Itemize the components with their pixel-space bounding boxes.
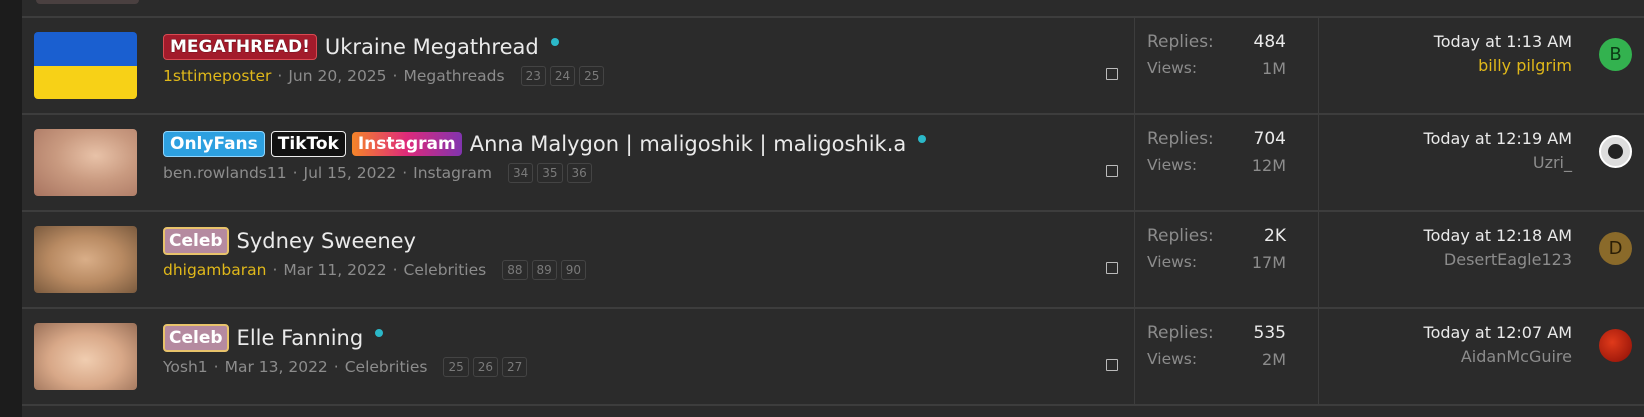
thread-title-link[interactable]: Elle Fanning [237, 326, 364, 350]
views-count: 12M [1251, 156, 1286, 175]
thread-select-checkbox[interactable] [1106, 165, 1118, 177]
thread-list: MEGATHREAD! Ukraine Megathread 1sttimepo… [22, 0, 1644, 417]
page-jump-link[interactable]: 88 [502, 260, 528, 280]
views-label: Views: [1147, 350, 1198, 368]
prefix-onlyfans-badge[interactable]: OnlyFans [163, 131, 265, 157]
previous-thumbnail-edge [36, 0, 139, 4]
page-jump-link[interactable]: 36 [566, 163, 592, 183]
thread-row[interactable]: Celeb Elle Fanning Yosh1 · Mar 13, 2022 … [22, 309, 1644, 406]
prefix-celeb-badge[interactable]: Celeb [163, 324, 229, 352]
page-jump-link[interactable]: 23 [520, 66, 546, 86]
views-label: Views: [1147, 253, 1198, 271]
thread-author-link[interactable]: 1sttimeposter [163, 67, 271, 85]
thread-title-link[interactable]: Ukraine Megathread [325, 35, 539, 59]
thread-thumbnail[interactable] [34, 226, 137, 293]
thread-forum-link[interactable]: Celebrities [345, 358, 428, 376]
thread-title-link[interactable]: Anna Malygon | maligoshik | maligoshik.a [470, 132, 907, 156]
prefix-celeb-badge[interactable]: Celeb [163, 227, 229, 255]
last-poster-link[interactable]: DesertEagle123 [1444, 250, 1572, 269]
replies-count: 535 [1253, 323, 1286, 343]
page-jump-link[interactable]: 27 [502, 357, 528, 377]
unread-indicator [550, 38, 559, 46]
thread-thumbnail-ukraine-flag[interactable] [34, 32, 137, 99]
thread-start-date[interactable]: Jul 15, 2022 [304, 164, 397, 182]
page-jump-link[interactable]: 90 [560, 260, 587, 280]
replies-count: 484 [1253, 32, 1286, 52]
thread-row[interactable]: Celeb Sydney Sweeney dhigambaran · Mar 1… [22, 212, 1644, 309]
page-jump-link[interactable]: 25 [443, 357, 469, 377]
thread-row[interactable]: MEGATHREAD! Ukraine Megathread 1sttimepo… [22, 18, 1644, 115]
views-label: Views: [1147, 59, 1198, 77]
views-count: 2M [1262, 350, 1286, 369]
unread-indicator [375, 329, 384, 337]
thread-select-checkbox[interactable] [1106, 68, 1118, 80]
thread-thumbnail[interactable] [34, 129, 137, 196]
prefix-megathread-badge[interactable]: MEGATHREAD! [163, 34, 317, 60]
replies-label: Replies: [1147, 32, 1214, 52]
page-jump-link[interactable]: 34 [507, 163, 534, 183]
last-poster-link[interactable]: AidanMcGuire [1461, 347, 1572, 366]
thread-start-date[interactable]: Jun 20, 2025 [288, 67, 386, 85]
replies-count: 704 [1253, 129, 1286, 149]
replies-count: 2K [1264, 226, 1286, 246]
page-jump-link[interactable]: 35 [537, 163, 563, 183]
page-jump-link[interactable]: 25 [579, 66, 605, 86]
unread-indicator [918, 135, 927, 143]
replies-label: Replies: [1147, 226, 1214, 246]
last-post-time-link[interactable]: Today at 12:07 AM [1424, 323, 1572, 342]
page-jump-link[interactable]: 89 [531, 260, 557, 280]
last-poster-avatar[interactable] [1599, 135, 1632, 168]
replies-label: Replies: [1147, 129, 1214, 149]
replies-label: Replies: [1147, 323, 1214, 343]
thread-select-checkbox[interactable] [1106, 262, 1118, 274]
thread-forum-link[interactable]: Celebrities [404, 261, 487, 279]
last-post-time-link[interactable]: Today at 12:19 AM [1424, 129, 1572, 148]
last-post-time-link[interactable]: Today at 12:18 AM [1424, 226, 1572, 245]
thread-author-link[interactable]: Yosh1 [163, 358, 208, 376]
prefix-tiktok-badge[interactable]: TikTok [270, 131, 346, 157]
views-count: 17M [1251, 253, 1286, 272]
views-count: 1M [1262, 59, 1286, 78]
previous-row-edge [22, 0, 1644, 18]
thread-row[interactable]: OnlyFans TikTok Instagram Anna Malygon |… [22, 115, 1644, 212]
last-post-time-link[interactable]: Today at 1:13 AM [1434, 32, 1572, 51]
thread-title-link[interactable]: Sydney Sweeney [237, 229, 416, 253]
thread-start-date[interactable]: Mar 11, 2022 [283, 261, 386, 279]
thread-select-checkbox[interactable] [1106, 359, 1118, 371]
views-label: Views: [1147, 156, 1198, 174]
last-poster-link[interactable]: billy pilgrim [1478, 56, 1572, 75]
thread-author-link[interactable]: ben.rowlands11 [163, 164, 287, 182]
thread-forum-link[interactable]: Instagram [413, 164, 492, 182]
thread-author-link[interactable]: dhigambaran [163, 261, 266, 279]
thread-forum-link[interactable]: Megathreads [403, 67, 504, 85]
last-poster-avatar[interactable]: D [1599, 232, 1632, 265]
page-jump-link[interactable]: 24 [549, 66, 576, 86]
thread-thumbnail[interactable] [34, 323, 137, 390]
page-jump-link[interactable]: 26 [472, 357, 499, 377]
last-poster-avatar[interactable]: B [1599, 38, 1632, 71]
prefix-instagram-badge[interactable]: Instagram [351, 132, 462, 156]
last-poster-link[interactable]: Uzri_ [1533, 153, 1572, 172]
thread-start-date[interactable]: Mar 13, 2022 [225, 358, 328, 376]
last-poster-avatar[interactable] [1599, 329, 1632, 362]
